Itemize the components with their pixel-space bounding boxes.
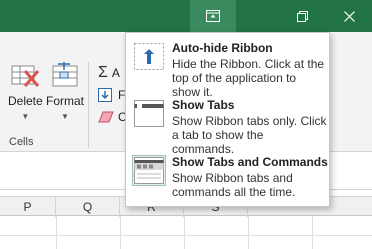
close-button[interactable] [326, 0, 372, 32]
grid-line [248, 216, 249, 249]
group-separator [88, 62, 89, 148]
autosum-icon: Σ [98, 64, 108, 81]
chevron-down-icon: ▼ [61, 112, 69, 121]
chevron-down-icon: ▼ [21, 112, 30, 121]
restore-icon [296, 10, 308, 22]
grid-line [120, 216, 121, 249]
eraser-icon [98, 111, 114, 123]
delete-label: Delete [8, 94, 43, 108]
title-bar [0, 0, 372, 32]
grid-line [312, 216, 313, 249]
show-tabs-icon [132, 98, 166, 129]
menu-item-show-tabs[interactable]: Show Tabs Show Ribbon tabs only. Click a… [126, 92, 329, 156]
auto-hide-ribbon-icon [132, 41, 166, 72]
ribbon-display-options-menu: Auto-hide Ribbon Hide the Ribbon. Click … [125, 32, 330, 207]
menu-item-title: Auto-hide Ribbon [172, 41, 273, 55]
menu-item-title: Show Tabs and Commands [172, 155, 328, 169]
menu-item-title: Show Tabs [172, 98, 235, 112]
cells-group-label: Cells [9, 136, 34, 148]
ribbon-display-options-button[interactable] [190, 0, 236, 32]
format-cells-icon [52, 62, 78, 87]
grid-line [0, 235, 372, 236]
delete-cells-icon [11, 65, 40, 87]
menu-item-auto-hide-ribbon[interactable]: Auto-hide Ribbon Hide the Ribbon. Click … [126, 35, 329, 99]
column-header-p[interactable]: P [0, 197, 56, 217]
menu-item-show-tabs-and-commands[interactable]: Show Tabs and Commands Show Ribbon tabs … [126, 149, 329, 204]
autosum-button[interactable]: Σ A [98, 64, 120, 82]
restore-button[interactable] [279, 0, 325, 32]
autosum-label: A [111, 66, 120, 80]
format-button[interactable]: Format ▼ [46, 62, 84, 121]
delete-button[interactable]: Delete ▼ [8, 62, 43, 121]
grid-line [56, 216, 57, 249]
grid-line [184, 216, 185, 249]
fill-down-icon [98, 88, 112, 102]
close-icon [343, 10, 355, 22]
ribbon-display-options-icon [206, 10, 220, 22]
format-label: Format [46, 94, 85, 108]
cell-grid[interactable] [0, 216, 372, 249]
menu-item-description: Show Ribbon tabs and commands all the ti… [172, 171, 296, 199]
show-tabs-commands-icon [132, 155, 166, 186]
clear-button[interactable]: C [98, 110, 127, 124]
fill-button[interactable]: F [98, 88, 125, 102]
column-header-q[interactable]: Q [56, 197, 120, 217]
